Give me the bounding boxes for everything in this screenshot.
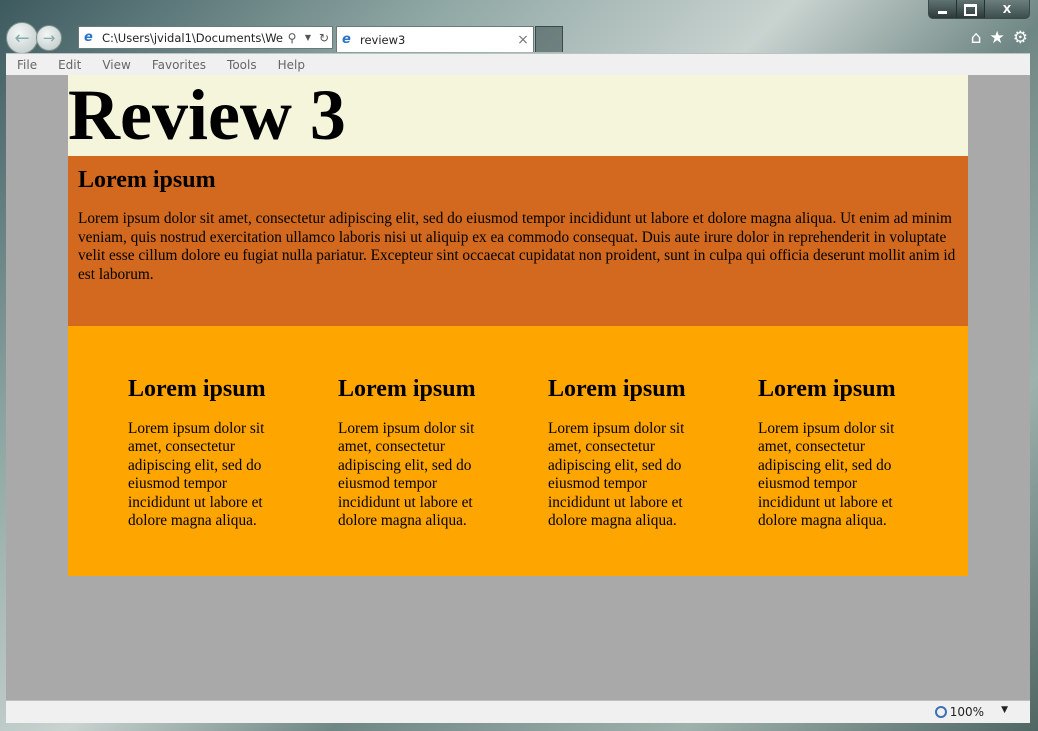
close-tab-icon[interactable]: × bbox=[513, 32, 533, 48]
menu-view[interactable]: View bbox=[91, 58, 140, 72]
caption-buttons: X bbox=[928, 0, 1030, 19]
new-tab-button[interactable] bbox=[535, 26, 563, 52]
menu-tools[interactable]: Tools bbox=[216, 58, 267, 72]
page-content: Review 3 Lorem ipsum Lorem ipsum dolor s… bbox=[68, 75, 968, 576]
column-heading: Lorem ipsum bbox=[128, 376, 266, 402]
zoom-control[interactable]: 100% bbox=[934, 705, 984, 719]
dropdown-icon[interactable]: ▼ bbox=[300, 33, 316, 42]
back-icon[interactable]: ← bbox=[6, 22, 38, 54]
column: Lorem ipsum Lorem ipsum dolor sit amet, … bbox=[758, 374, 968, 576]
column-text: Lorem ipsum dolor sit amet, consectetur … bbox=[128, 420, 265, 530]
column-heading: Lorem ipsum bbox=[548, 376, 686, 402]
menu-bar: File Edit View Favorites Tools Help bbox=[6, 53, 1030, 75]
menu-favorites[interactable]: Favorites bbox=[141, 58, 216, 72]
maximize-button[interactable] bbox=[957, 0, 985, 18]
column-heading: Lorem ipsum bbox=[338, 376, 476, 402]
ie-icon: e bbox=[342, 31, 351, 47]
search-icon[interactable]: ⚲ bbox=[284, 31, 300, 45]
home-icon[interactable]: ⌂ bbox=[971, 28, 982, 48]
page-viewport: Review 3 Lorem ipsum Lorem ipsum dolor s… bbox=[6, 75, 1030, 700]
zoom-level: 100% bbox=[949, 705, 984, 719]
address-text[interactable]: C:\Users\jvidal1\Documents\Wel bbox=[102, 31, 284, 45]
intro-heading: Lorem ipsum bbox=[78, 167, 216, 193]
menu-file[interactable]: File bbox=[6, 58, 47, 72]
zoom-icon bbox=[934, 706, 947, 718]
ie-icon: e bbox=[84, 29, 93, 45]
tab-review3[interactable]: e review3 × bbox=[336, 26, 534, 52]
menu-help[interactable]: Help bbox=[267, 58, 315, 72]
column-text: Lorem ipsum dolor sit amet, consectetur … bbox=[338, 420, 475, 530]
tab-title: review3 bbox=[360, 32, 406, 47]
intro-text: Lorem ipsum dolor sit amet, consectetur … bbox=[78, 210, 956, 283]
navigation-buttons: ← → bbox=[6, 22, 62, 54]
intro-section: Lorem ipsum Lorem ipsum dolor sit amet, … bbox=[68, 156, 968, 326]
column: Lorem ipsum Lorem ipsum dolor sit amet, … bbox=[338, 374, 548, 576]
favorites-star-icon[interactable]: ★ bbox=[990, 28, 1005, 48]
close-window-button[interactable]: X bbox=[985, 0, 1029, 18]
column-text: Lorem ipsum dolor sit amet, consectetur … bbox=[758, 420, 895, 530]
page-header: Review 3 bbox=[68, 75, 968, 156]
refresh-icon[interactable]: ↻ bbox=[316, 31, 332, 45]
columns-section: Lorem ipsum Lorem ipsum dolor sit amet, … bbox=[68, 326, 968, 576]
page-title: Review 3 bbox=[68, 75, 346, 155]
minimize-button[interactable] bbox=[929, 0, 957, 18]
menu-edit[interactable]: Edit bbox=[47, 58, 91, 72]
gear-icon[interactable]: ⚙ bbox=[1013, 28, 1028, 48]
forward-icon[interactable]: → bbox=[36, 25, 62, 51]
column: Lorem ipsum Lorem ipsum dolor sit amet, … bbox=[548, 374, 758, 576]
column: Lorem ipsum Lorem ipsum dolor sit amet, … bbox=[128, 374, 338, 576]
toolbar-icons: ⌂ ★ ⚙ bbox=[971, 28, 1028, 48]
status-bar: 100% ▼ bbox=[6, 700, 1030, 723]
column-text: Lorem ipsum dolor sit amet, consectetur … bbox=[548, 420, 685, 530]
address-bar[interactable]: e C:\Users\jvidal1\Documents\Wel ⚲ ▼ ↻ bbox=[78, 26, 333, 49]
zoom-dropdown-icon[interactable]: ▼ bbox=[1001, 705, 1008, 715]
column-heading: Lorem ipsum bbox=[758, 376, 896, 402]
browser-window: X ← → e C:\Users\jvidal1\Documents\Wel ⚲… bbox=[0, 0, 1038, 731]
